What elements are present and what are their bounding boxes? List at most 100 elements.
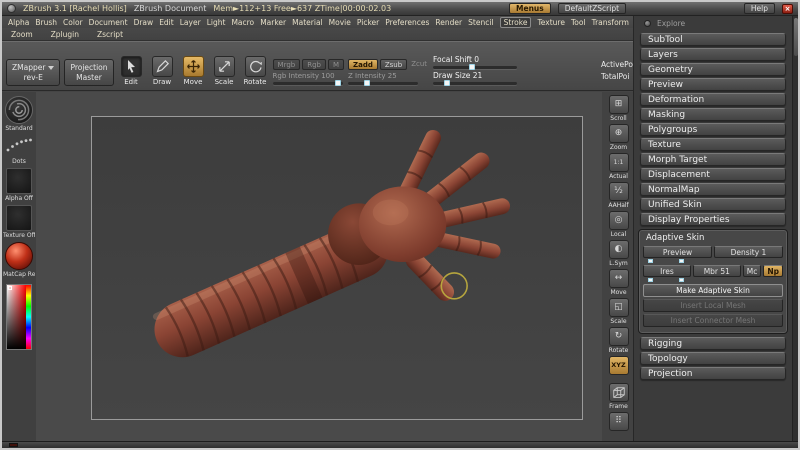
actual-size-icon[interactable]: 1:1 — [608, 153, 629, 172]
menu-tool[interactable]: Tool — [571, 18, 586, 27]
mc-button[interactable]: Mc — [742, 265, 762, 277]
local-icon[interactable]: ◎ — [608, 211, 629, 230]
menu-render[interactable]: Render — [435, 18, 462, 27]
aahalf-icon[interactable]: ½ — [608, 182, 629, 201]
default-zscript-button[interactable]: DefaultZScript — [557, 3, 627, 14]
zbrush-document-canvas[interactable] — [91, 116, 583, 420]
density-slider-knob[interactable] — [679, 259, 684, 263]
menu-brush[interactable]: Brush — [35, 18, 57, 27]
tool-panel-item-normalmap[interactable]: NormalMap — [640, 183, 786, 196]
move-mode-button[interactable]: Move — [180, 56, 207, 86]
menu-layer[interactable]: Layer — [180, 18, 201, 27]
rotate-view-icon[interactable]: ↻ — [608, 327, 629, 346]
menu-light[interactable]: Light — [207, 18, 226, 27]
zsub-button[interactable]: Zsub — [379, 59, 408, 70]
tool-panel-item-subtool[interactable]: SubTool — [640, 33, 786, 46]
stroke-selector[interactable]: Dots — [4, 135, 34, 165]
projection-master-button[interactable]: Projection Master — [64, 59, 114, 86]
tool-panel-item-unified-skin[interactable]: Unified Skin — [640, 198, 786, 211]
menu-stencil[interactable]: Stencil — [468, 18, 493, 27]
tool-panel-item-polygroups[interactable]: Polygroups — [640, 123, 786, 136]
rotate-mode-button[interactable]: Rotate — [242, 56, 269, 86]
menu-zoom[interactable]: Zoom — [11, 30, 33, 39]
menu-alpha[interactable]: Alpha — [8, 18, 29, 27]
draw-size-slider[interactable] — [433, 80, 518, 86]
panel-scrollbar[interactable] — [792, 16, 798, 441]
menu-macro[interactable]: Macro — [231, 18, 254, 27]
m-button[interactable]: M — [327, 59, 345, 70]
tool-panel-item-rigging[interactable]: Rigging — [640, 337, 786, 350]
saturation-value-square[interactable] — [7, 285, 26, 349]
menu-movie[interactable]: Movie — [329, 18, 351, 27]
zadd-button[interactable]: Zadd — [348, 59, 378, 70]
alpha-selector[interactable]: Alpha Off — [4, 168, 34, 202]
menu-document[interactable]: Document — [89, 18, 128, 27]
material-selector[interactable]: MatCap Red Wa — [3, 242, 35, 278]
menu-material[interactable]: Material — [292, 18, 322, 27]
adaptive-preview-button[interactable]: Preview — [643, 246, 712, 258]
xyz-button[interactable]: XYZ — [608, 356, 629, 375]
tool-panel-item-texture[interactable]: Texture — [640, 138, 786, 151]
make-adaptive-skin-button[interactable]: Make Adaptive Skin — [643, 284, 783, 297]
focal-shift-slider[interactable] — [433, 64, 518, 70]
scroll-icon[interactable]: ⊞ — [608, 95, 629, 114]
panel-scrollbar-thumb[interactable] — [794, 18, 798, 56]
z-intensity-knob[interactable] — [364, 80, 371, 86]
menu-texture[interactable]: Texture — [538, 18, 565, 27]
mbr-slider[interactable]: Mbr 51 — [692, 265, 741, 277]
menus-button[interactable]: Menus — [509, 3, 551, 14]
dots-grid-icon[interactable]: ⠿ — [608, 412, 629, 431]
menu-transform[interactable]: Transform — [592, 18, 629, 27]
zmapper-button[interactable]: ZMapper rev-E — [6, 59, 61, 86]
frame-cube-icon[interactable] — [608, 383, 629, 402]
tool-panel-item-projection[interactable]: Projection — [640, 367, 786, 380]
rgb-button[interactable]: Rgb — [302, 59, 326, 70]
menu-edit[interactable]: Edit — [159, 18, 174, 27]
density-slider[interactable]: Density 1 — [714, 246, 783, 258]
draw-size-knob[interactable] — [444, 80, 451, 86]
ires-slider-knob[interactable] — [648, 278, 653, 282]
ires-slider[interactable]: Ires — [643, 265, 691, 277]
menu-zplugin[interactable]: Zplugin — [51, 30, 79, 39]
menu-preferences[interactable]: Preferences — [385, 18, 429, 27]
texture-selector[interactable]: Texture Off — [3, 205, 35, 239]
menu-draw[interactable]: Draw — [134, 18, 154, 27]
rgb-intensity-knob[interactable] — [334, 80, 341, 86]
tool-panel-item-displacement[interactable]: Displacement — [640, 168, 786, 181]
tool-panel-item-display-properties[interactable]: Display Properties — [640, 213, 786, 226]
close-icon[interactable]: × — [782, 3, 794, 14]
np-button[interactable]: Np — [763, 265, 784, 277]
brush-selector[interactable]: Standard — [4, 96, 34, 132]
tool-panel-item-topology[interactable]: Topology — [640, 352, 786, 365]
scale-view-icon[interactable]: ◱ — [608, 298, 629, 317]
lsym-icon[interactable]: ◐ — [608, 240, 629, 259]
tool-panel-item-geometry[interactable]: Geometry — [640, 63, 786, 76]
tool-panel-item-masking[interactable]: Masking — [640, 108, 786, 121]
z-intensity-slider[interactable] — [348, 80, 419, 86]
mbr-slider-knob[interactable] — [679, 278, 684, 282]
menu-picker[interactable]: Picker — [357, 18, 379, 27]
mrgb-button[interactable]: Mrgb — [272, 59, 301, 70]
tool-panel-item-deformation[interactable]: Deformation — [640, 93, 786, 106]
current-color-swatch[interactable] — [9, 443, 18, 447]
tool-panel-item-preview[interactable]: Preview — [640, 78, 786, 91]
canvas-area[interactable] — [36, 92, 602, 441]
edit-mode-button[interactable]: Edit — [118, 56, 145, 86]
preview-slider-knob[interactable] — [648, 259, 653, 263]
tool-panel-item-morph-target[interactable]: Morph Target — [640, 153, 786, 166]
move-view-icon[interactable]: ↔ — [608, 269, 629, 288]
draw-mode-button[interactable]: Draw — [149, 56, 176, 86]
zcut-button[interactable]: Zcut — [409, 59, 429, 70]
menu-stroke[interactable]: Stroke — [499, 16, 532, 28]
scale-mode-button[interactable]: Scale — [211, 56, 238, 86]
rgb-intensity-slider[interactable] — [272, 80, 343, 86]
menu-color[interactable]: Color — [63, 18, 83, 27]
menu-marker[interactable]: Marker — [260, 18, 286, 27]
focal-shift-knob[interactable] — [469, 64, 476, 70]
tool-panel-item-layers[interactable]: Layers — [640, 48, 786, 61]
menu-zscript[interactable]: Zscript — [97, 30, 123, 39]
hue-strip[interactable] — [26, 285, 31, 349]
zoom-icon[interactable]: ⊕ — [608, 124, 629, 143]
color-picker[interactable] — [6, 284, 32, 350]
help-button[interactable]: Help — [743, 3, 776, 14]
